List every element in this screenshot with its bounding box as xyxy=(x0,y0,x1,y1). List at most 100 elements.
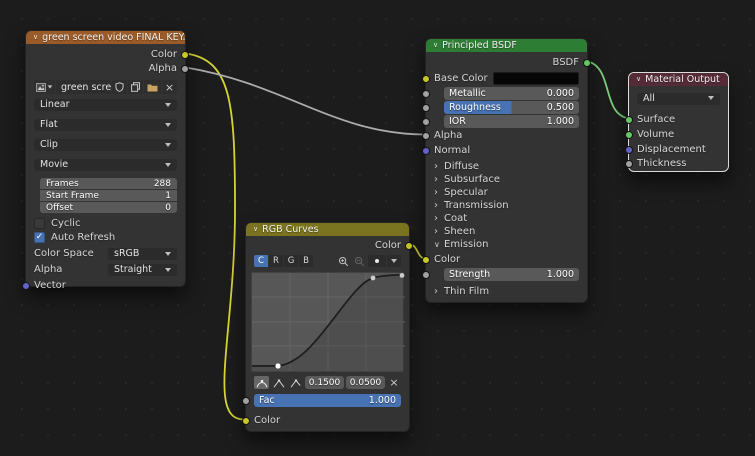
image-browse-button[interactable] xyxy=(34,80,55,94)
section-diffuse[interactable]: › Diffuse xyxy=(426,160,587,173)
curve-tools-button[interactable] xyxy=(387,255,401,267)
displacement-input-socket[interactable] xyxy=(625,146,633,154)
ior-slider[interactable]: IOR 1.000 xyxy=(444,115,579,128)
frames-field[interactable]: Frames 288 xyxy=(40,178,177,189)
volume-input-socket[interactable] xyxy=(625,131,633,139)
section-coat[interactable]: › Coat xyxy=(426,212,587,225)
copy-icon xyxy=(131,82,140,92)
alpha-output-socket[interactable] xyxy=(181,65,189,73)
collapse-icon[interactable]: ∨ xyxy=(636,76,641,83)
thickness-input-socket[interactable] xyxy=(625,160,633,168)
base-color-label: Base Color xyxy=(434,73,488,84)
metallic-label: Metallic xyxy=(449,88,486,99)
material-output-node[interactable]: ∨ Material Output All Surface Volume Dis… xyxy=(628,72,729,172)
color-space-dropdown[interactable]: sRGB xyxy=(108,247,177,260)
point-x-field[interactable]: 0.1500 xyxy=(305,376,344,389)
surface-label: Surface xyxy=(637,114,675,125)
source-value: Movie xyxy=(40,159,68,170)
image-texture-header[interactable]: ∨ green screen video FINAL KEY.mov xyxy=(26,31,185,44)
roughness-socket[interactable] xyxy=(422,104,430,112)
cyclic-checkbox[interactable] xyxy=(34,218,45,229)
base-color-swatch[interactable] xyxy=(493,72,579,85)
material-output-header[interactable]: ∨ Material Output xyxy=(629,73,728,86)
section-subsurface[interactable]: › Subsurface xyxy=(426,173,587,186)
interpolation-dropdown[interactable]: Linear xyxy=(34,98,177,111)
surface-input-socket[interactable] xyxy=(625,116,633,124)
strength-socket[interactable] xyxy=(422,271,430,279)
target-dropdown[interactable]: All xyxy=(637,92,720,105)
channel-c-button[interactable]: C xyxy=(254,255,268,267)
alpha-input-socket[interactable] xyxy=(422,132,430,140)
open-image-button[interactable] xyxy=(144,80,161,94)
collapse-icon[interactable]: ∨ xyxy=(33,34,38,41)
handle-free-button[interactable] xyxy=(288,376,303,389)
node-title: Principled BSDF xyxy=(442,40,517,51)
rgb-curves-header[interactable]: ∨ RGB Curves xyxy=(246,223,409,236)
color-output-socket[interactable] xyxy=(181,51,189,59)
bsdf-output-socket[interactable] xyxy=(583,59,591,67)
handle-auto-button[interactable] xyxy=(254,376,269,389)
metallic-socket[interactable] xyxy=(422,90,430,98)
chevron-down-icon xyxy=(165,143,171,147)
curves-color-input-socket[interactable] xyxy=(242,417,250,425)
clipping-button[interactable] xyxy=(368,255,386,267)
metallic-row: Metallic 0.000 xyxy=(426,87,587,100)
normal-input-socket[interactable] xyxy=(422,147,430,155)
duplicate-image-button[interactable] xyxy=(128,80,143,94)
base-color-socket[interactable] xyxy=(422,75,430,83)
emission-color-row: Color xyxy=(426,253,587,266)
ior-socket[interactable] xyxy=(422,118,430,126)
displacement-label: Displacement xyxy=(637,144,706,155)
roughness-label: Roughness xyxy=(449,102,501,113)
collapse-icon[interactable]: ∨ xyxy=(253,226,258,233)
thickness-input-row: Thickness xyxy=(629,157,728,170)
section-thin-film[interactable]: › Thin Film xyxy=(426,285,587,298)
alpha-mode-dropdown[interactable]: Straight xyxy=(108,263,177,276)
collapse-icon[interactable]: ∨ xyxy=(433,42,438,49)
start-frame-field[interactable]: Start Frame 1 xyxy=(40,190,177,201)
curves-color-output-socket[interactable] xyxy=(405,242,413,250)
principled-header[interactable]: ∨ Principled BSDF xyxy=(426,39,587,52)
zoom-in-button[interactable] xyxy=(336,255,351,267)
section-emission[interactable]: ∨ Emission xyxy=(426,238,587,251)
curve-widget[interactable] xyxy=(251,272,404,372)
image-name-field[interactable]: green screen vid... xyxy=(56,80,111,94)
curve-plot xyxy=(252,273,405,371)
source-dropdown[interactable]: Movie xyxy=(34,158,177,171)
image-texture-node[interactable]: ∨ green screen video FINAL KEY.mov Color… xyxy=(25,30,186,287)
fake-user-button[interactable] xyxy=(112,80,127,94)
emission-color-socket[interactable] xyxy=(422,256,430,264)
metallic-slider[interactable]: Metallic 0.000 xyxy=(444,87,579,100)
wire-color-to-curves[interactable] xyxy=(186,54,244,420)
point-y-field[interactable]: 0.0500 xyxy=(346,376,385,389)
wire-bsdf-to-surface[interactable] xyxy=(588,62,627,119)
chevron-down-icon xyxy=(165,268,171,272)
channel-g-button[interactable]: G xyxy=(284,255,298,267)
auto-refresh-checkbox[interactable]: ✓ xyxy=(34,232,45,243)
unlink-image-button[interactable]: × xyxy=(162,80,177,94)
channel-r-button[interactable]: R xyxy=(269,255,283,267)
handle-vector-button[interactable] xyxy=(271,376,286,389)
fac-input-socket[interactable] xyxy=(242,397,250,405)
zoom-out-button[interactable] xyxy=(352,255,367,267)
principled-bsdf-node[interactable]: ∨ Principled BSDF BSDF Base Color Metall… xyxy=(425,38,588,303)
delete-point-button[interactable]: × xyxy=(387,376,401,389)
curve-point-selected[interactable] xyxy=(275,363,280,368)
channel-b-button[interactable]: B xyxy=(299,255,313,267)
clipping-dot-icon xyxy=(375,259,379,263)
section-specular[interactable]: › Specular xyxy=(426,186,587,199)
projection-dropdown[interactable]: Flat xyxy=(34,118,177,131)
offset-label: Offset xyxy=(46,203,73,213)
curve-point[interactable] xyxy=(400,273,405,278)
fac-slider[interactable]: Fac 1.000 xyxy=(254,394,401,407)
extension-dropdown[interactable]: Clip xyxy=(34,138,177,151)
roughness-slider[interactable]: Roughness 0.500 xyxy=(444,101,579,114)
offset-field[interactable]: Offset 0 xyxy=(40,202,177,213)
vector-input-socket[interactable] xyxy=(22,282,30,290)
strength-slider[interactable]: Strength 1.000 xyxy=(444,268,579,281)
rgb-curves-node[interactable]: ∨ RGB Curves Color C R G B xyxy=(245,222,410,432)
section-transmission[interactable]: › Transmission xyxy=(426,199,587,212)
curve-point[interactable] xyxy=(371,276,376,281)
node-editor-canvas[interactable]: ∨ green screen video FINAL KEY.mov Color… xyxy=(0,0,755,456)
section-sheen[interactable]: › Sheen xyxy=(426,225,587,238)
